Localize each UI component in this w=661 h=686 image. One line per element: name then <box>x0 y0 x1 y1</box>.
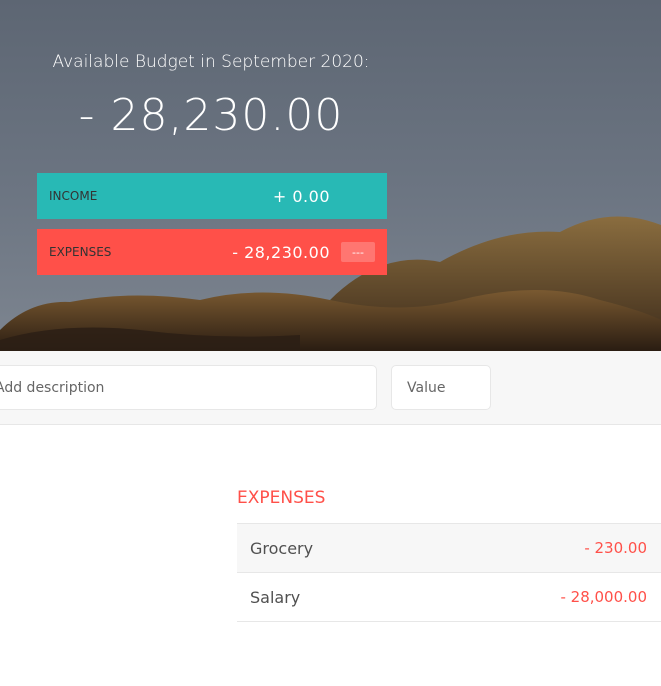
income-label: Income <box>49 189 98 203</box>
add-entry-bar <box>0 351 661 425</box>
income-panel: Income + 0.00 <box>37 173 387 219</box>
list-item-value: - 28,000.00 <box>560 588 647 606</box>
budget-value: - 28,230.00 <box>78 90 344 141</box>
list-item-description: Grocery <box>250 538 314 558</box>
expenses-list-title: EXPENSES <box>237 486 661 524</box>
expenses-value: - 28,230.00 <box>232 242 330 262</box>
list-item-value: - 230.00 <box>584 539 647 557</box>
income-value: + 0.00 <box>272 186 330 206</box>
list-item: Grocery - 230.00 <box>237 524 661 573</box>
value-input[interactable] <box>391 365 491 410</box>
expenses-items: Grocery - 230.00 Salary - 28,000.00 <box>237 524 661 622</box>
budget-title: Available Budget in September 2020: <box>52 52 370 72</box>
expenses-panel: Expenses - 28,230.00 --- <box>37 229 387 275</box>
list-item-description: Salary <box>250 587 301 607</box>
expenses-label: Expenses <box>49 245 112 259</box>
list-item: Salary - 28,000.00 <box>237 573 661 622</box>
expenses-list: EXPENSES Grocery - 230.00 Salary - 28,00… <box>237 486 661 622</box>
description-input[interactable] <box>0 365 377 410</box>
expenses-percentage-badge: --- <box>341 242 375 262</box>
budget-header: Available Budget in September 2020: - 28… <box>0 0 661 351</box>
